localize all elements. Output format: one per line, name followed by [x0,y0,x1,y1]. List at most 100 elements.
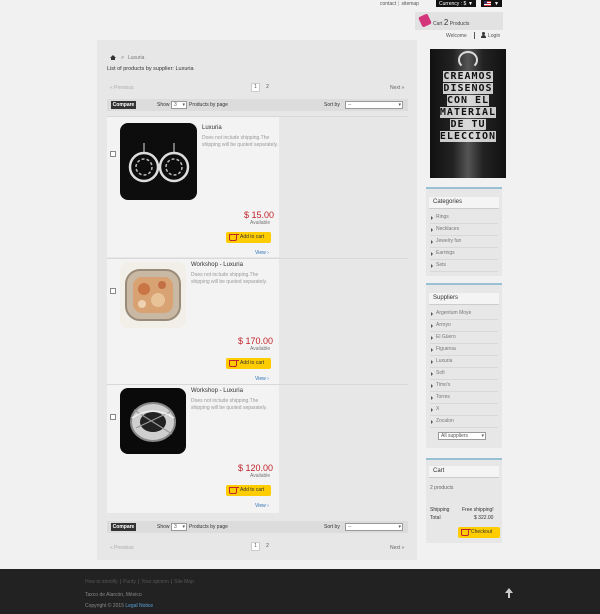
copyright-text: Copyright © 2015 [85,603,124,609]
view-link[interactable]: View › [255,376,269,382]
cart-count: 2 [443,18,449,27]
per-page-select[interactable]: 3 [171,523,187,531]
per-page-label: Products by page [189,524,228,530]
suppliers-select[interactable]: All suppliers [438,432,486,440]
compare-button[interactable]: Compare [111,523,136,531]
banner-text: CREAMOS DISEÑOS CON EL MATERIAL DE TU EL… [434,71,502,143]
category-item[interactable]: Sets [430,260,498,272]
supplier-item[interactable]: Figueroa [430,344,498,356]
pagination-page[interactable]: 2 [263,542,272,551]
view-label: View [255,250,266,256]
promo-banner[interactable]: CREAMOS DISEÑOS CON EL MATERIAL DE TU EL… [430,49,506,178]
pagination-page[interactable]: 2 [263,83,272,92]
pagination-page[interactable]: 1 [251,542,260,551]
supplier-item[interactable]: Zocalon [430,416,498,428]
currency-label: Currency : $ [439,1,467,7]
pagination-next[interactable]: Next » [390,545,404,551]
us-flag-icon [484,1,491,6]
supplier-item[interactable]: Argentum Moye [430,308,498,320]
footer-address: Taxco de Alarcón, México [85,592,142,598]
compare-button[interactable]: Compare [111,101,136,109]
footer-link[interactable]: Your opinion [141,579,169,585]
breadcrumb-current: Luxuria [128,55,145,61]
product-availability: Available [250,220,271,226]
sort-select[interactable]: -- [345,101,403,109]
pagination-prev: « Previous [110,85,134,91]
add-to-cart-button[interactable]: Add to cart [226,485,271,496]
cart-products-label: Products [449,21,470,27]
product-price: $ 170.00 [238,336,274,346]
checkout-button[interactable]: Checkout [458,527,500,538]
cart-icon [461,529,471,536]
currency-selector[interactable]: Currency : $ ▼ [436,0,476,7]
compare-checkbox[interactable] [110,414,116,420]
top-links: contact | sitemap [380,1,419,7]
view-link[interactable]: View › [255,503,269,509]
arrow-up-icon[interactable] [504,588,514,598]
ring-illustration-icon [458,51,478,69]
footer-link[interactable]: How to identify [85,579,118,585]
login-link[interactable]: Login [488,33,500,39]
product-toolbar: Compare Show 3 Products by page Sort by … [107,521,408,533]
categories-title: Categories [429,197,499,209]
total-value: $ 322.00 [474,515,494,521]
product-name[interactable]: Workshop - Luxuria [191,388,243,394]
banner-line: ELECCIÓN [439,131,497,142]
legal-notice-link[interactable]: Legal Notice [125,603,153,609]
shopping-bag-icon [418,13,432,28]
banner-line: MATERIAL [439,107,497,118]
footer: How to identify | Purity | Your opinion | Site… [0,569,600,614]
header-cart[interactable]: Cart 2 Products [415,12,503,30]
category-item[interactable]: Jewelry fun [430,236,498,248]
per-page-select[interactable]: 3 [171,101,187,109]
chevron-down-icon: ▼ [468,1,473,7]
sort-select[interactable]: -- [345,523,403,531]
category-item[interactable]: Necklaces [430,224,498,236]
pagination-prev: « Previous [110,545,134,551]
pagination-page[interactable]: 1 [251,83,260,92]
product-image[interactable] [120,262,186,328]
suppliers-title: Suppliers [429,293,499,305]
user-icon [481,32,486,38]
add-to-cart-button[interactable]: Add to cart [226,232,271,243]
product-image[interactable] [120,388,186,454]
product-name[interactable]: Workshop - Luxuria [191,262,243,268]
category-item[interactable]: Rings [430,212,498,224]
banner-line: DE TU [450,119,486,130]
footer-link[interactable]: Purity [123,579,136,585]
language-selector[interactable]: ▼ [481,0,502,7]
supplier-item[interactable]: Arroyo [430,320,498,332]
product-description: Does not include shipping.The shipping w… [202,135,279,148]
breadcrumb-separator: > [121,55,124,61]
home-icon[interactable] [110,55,116,60]
sort-label: Sort by [324,524,340,530]
categories-list: Rings Necklaces Jewelry fun Earrings Set… [426,212,502,272]
supplier-item[interactable]: El Güero [430,332,498,344]
product-availability: Available [250,473,271,479]
contact-link[interactable]: contact [380,1,396,7]
supplier-item[interactable]: X [430,404,498,416]
product-description: Does not include shipping.The shipping w… [191,272,268,285]
product-image[interactable] [120,123,197,200]
supplier-item[interactable]: Timo's [430,380,498,392]
supplier-item[interactable]: Torres [430,392,498,404]
cart-block-title: Cart [429,466,499,478]
view-link[interactable]: View › [255,250,269,256]
product-availability: Available [250,346,271,352]
sitemap-link[interactable]: sitemap [401,1,419,7]
per-page-label: Products by page [189,102,228,108]
category-item[interactable]: Earrings [430,248,498,260]
banner-line: DISEÑOS [443,83,493,94]
sort-label: Sort by [324,102,340,108]
footer-link[interactable]: Site Map [174,579,194,585]
compare-checkbox[interactable] [110,151,116,157]
add-to-cart-button[interactable]: Add to cart [226,358,271,369]
supplier-item[interactable]: Sofi [430,368,498,380]
categories-block: Categories Rings Necklaces Jewelry fun E… [426,187,502,276]
shipping-label: Shipping [430,507,450,513]
banner-line: CREAMOS [443,71,493,82]
product-name[interactable]: Luxuria [202,125,222,131]
pagination-next[interactable]: Next » [390,85,404,91]
supplier-item[interactable]: Luxuria [430,356,498,368]
compare-checkbox[interactable] [110,288,116,294]
